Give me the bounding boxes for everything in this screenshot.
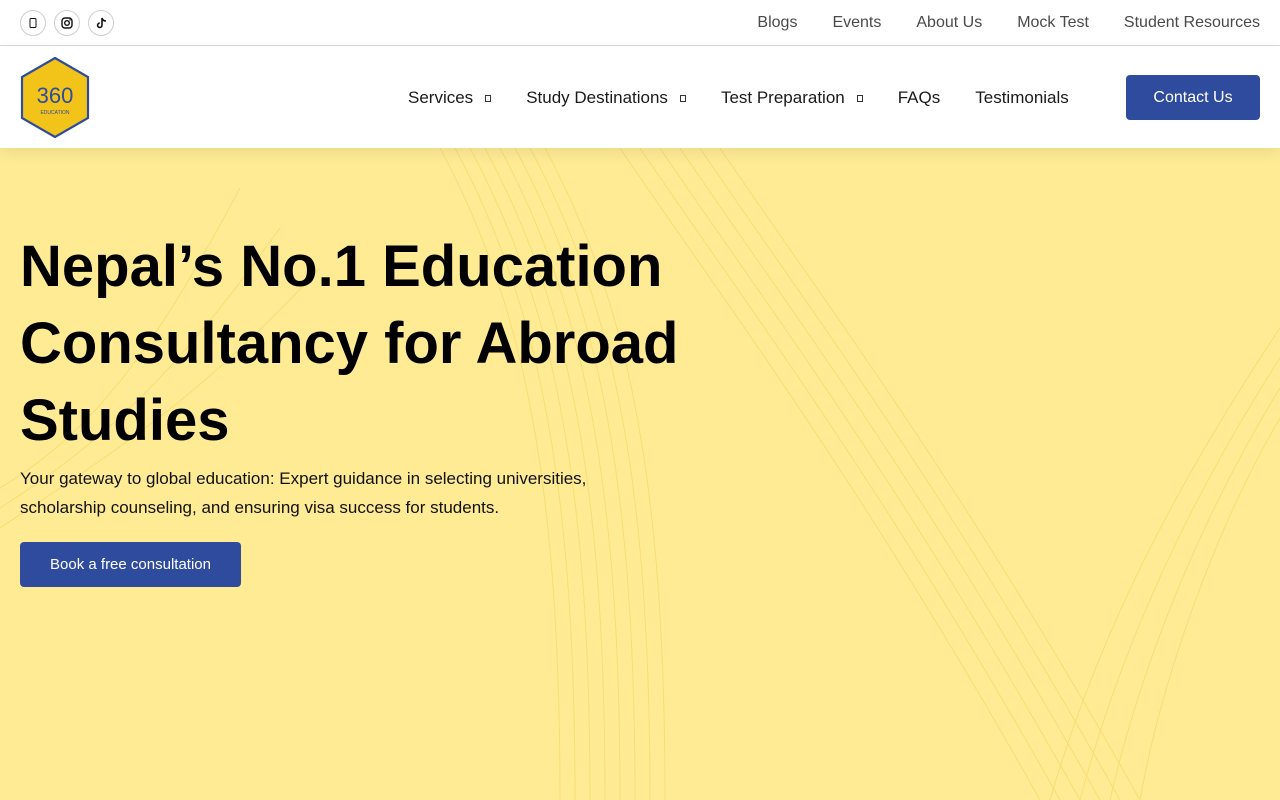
contact-us-button[interactable]: Contact Us: [1126, 75, 1260, 120]
nav-testimonials[interactable]: Testimonials: [975, 88, 1069, 108]
social-links: [20, 10, 114, 36]
dropdown-icon: [485, 94, 492, 102]
logo-subtext: EDUCATION: [40, 110, 69, 116]
tiktok-icon[interactable]: [88, 10, 114, 36]
top-link-about-us[interactable]: About Us: [916, 14, 982, 32]
top-links: Blogs Events About Us Mock Test Student …: [757, 0, 1260, 46]
hero-title: Nepal’s No.1 Education Consultancy for A…: [20, 234, 679, 453]
main-nav: Services Study Destinations Test Prepara…: [408, 47, 1104, 148]
top-link-mock-test[interactable]: Mock Test: [1017, 14, 1089, 32]
instagram-icon[interactable]: [54, 10, 80, 36]
top-link-student-resources[interactable]: Student Resources: [1124, 14, 1260, 32]
top-link-events[interactable]: Events: [832, 14, 881, 32]
dropdown-icon: [856, 94, 863, 102]
nav-label: Study Destinations: [526, 87, 668, 107]
hero-section: Nepal’s No.1 Education Consultancy for A…: [0, 148, 1280, 800]
nav-label: Services: [408, 87, 474, 107]
site-logo[interactable]: 360 EDUCATION: [20, 56, 90, 139]
main-header: 360 EDUCATION Services Study Destination…: [0, 47, 1280, 148]
nav-label: Test Preparation: [720, 87, 845, 107]
hero-subtitle: Your gateway to global education: Expert…: [20, 469, 587, 517]
nav-test-preparation[interactable]: Test Preparation: [721, 88, 863, 108]
top-link-blogs[interactable]: Blogs: [757, 14, 797, 32]
mobile-icon[interactable]: [20, 10, 46, 36]
dropdown-icon: [679, 94, 686, 102]
book-consultation-button[interactable]: Book a free consultation: [20, 542, 241, 587]
top-bar: Blogs Events About Us Mock Test Student …: [0, 0, 1280, 46]
nav-faqs[interactable]: FAQs: [898, 88, 941, 108]
nav-label: FAQs: [897, 87, 941, 107]
nav-label: Testimonials: [975, 87, 1069, 107]
nav-study-destinations[interactable]: Study Destinations: [526, 88, 686, 108]
nav-services[interactable]: Services: [408, 87, 492, 108]
logo-number: 360: [37, 83, 74, 108]
